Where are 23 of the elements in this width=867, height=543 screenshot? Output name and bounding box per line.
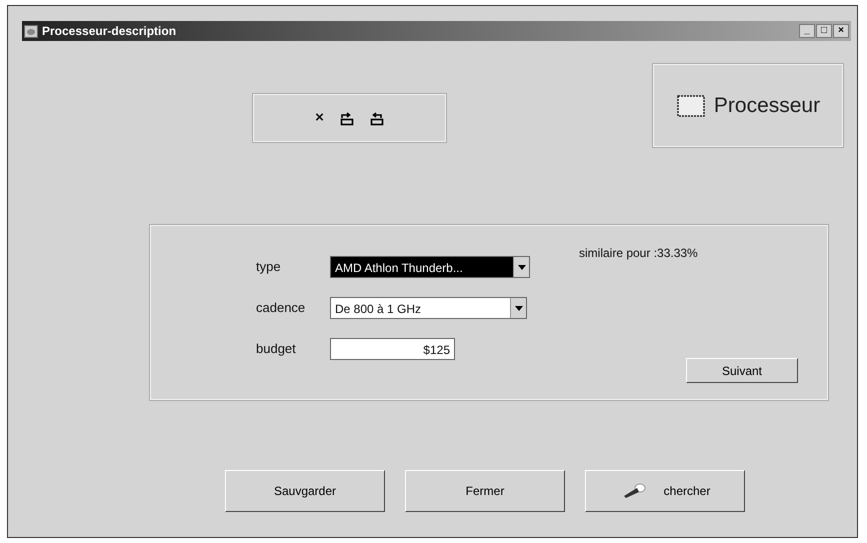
field-label: cadence	[256, 299, 306, 318]
field-label: type	[256, 258, 282, 276]
field-label: budget	[256, 340, 297, 358]
dropdown-field[interactable]: De 800 à 1 GHz	[330, 297, 527, 319]
maximize-button[interactable]: □	[816, 24, 832, 38]
dropdown-caret-icon[interactable]	[510, 298, 526, 318]
dropdown-field[interactable]: AMD Athlon Thunderb...	[330, 256, 530, 278]
action-button[interactable]: Sauvgarder	[225, 470, 385, 512]
import-tray-icon[interactable]	[370, 110, 384, 126]
budget-field[interactable]: $125	[330, 338, 455, 360]
export-tray-icon[interactable]	[340, 110, 354, 126]
chip-icon	[676, 94, 706, 118]
close-button[interactable]: ×	[833, 24, 849, 38]
window-title: Processeur-description	[42, 23, 176, 40]
next-button[interactable]: Suivant	[686, 358, 798, 383]
minimize-button[interactable]: _	[799, 24, 815, 38]
delete-tool[interactable]: ×	[315, 106, 324, 130]
category-label: Processeur	[714, 92, 820, 119]
app-icon	[24, 24, 38, 38]
similarity-label: similaire pour :33.33%	[579, 245, 698, 262]
dropdown-caret-icon[interactable]	[513, 257, 529, 277]
action-button[interactable]: Fermer	[405, 470, 565, 512]
search-button[interactable]: chercher	[585, 470, 745, 512]
